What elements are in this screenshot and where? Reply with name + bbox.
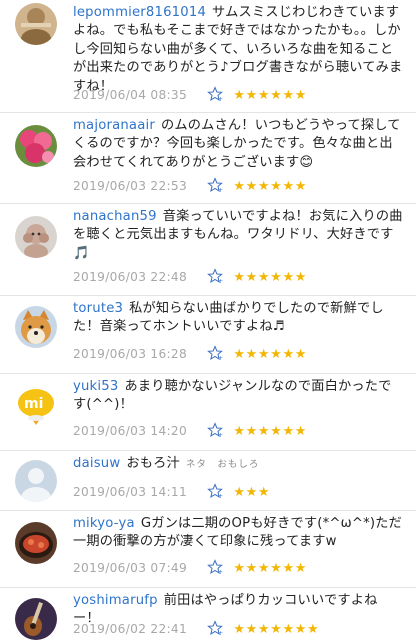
star-add-icon[interactable]: + [207,345,223,361]
comment-item: daisuw おもろ汁 ネタ おもしろ 2019/06/03 14:11 + ★★★ [0,451,416,511]
star-add-icon[interactable]: + [207,559,223,575]
star-add-icon[interactable]: + [207,86,223,102]
star-add-icon[interactable]: + [207,268,223,284]
comment-date: 2019/06/03 16:28 [73,347,188,361]
comment-item: lepommier8161014 サムスミスじわじわきていますよね。でも私もそこま… [0,0,416,113]
comment-date: 2019/06/03 07:49 [73,561,188,575]
pink-flowers-icon[interactable] [15,125,57,167]
comment-meta: 2019/06/03 22:48 + ★★★★★★ [73,267,307,287]
comment-tags[interactable]: ネタ おもしろ [186,459,260,470]
comment-meta: 2019/06/03 14:11 + ★★★ [73,482,270,502]
comment-date: 2019/06/02 22:41 [73,622,188,636]
star-rating: ★★★★★★ [233,347,307,362]
comment-username[interactable]: yuki53 [73,379,118,394]
comment-item: majoranaair のムのムさん！いつもどうやって探してくるのですか？今回も楽… [0,113,416,204]
guitar-icon[interactable] [15,598,57,640]
comment-username[interactable]: mikyo-ya [73,516,135,531]
comment-meta: 2019/06/03 07:49 + ★★★★★★ [73,558,307,578]
star-rating: ★★★★★★ [233,88,307,103]
star-add-icon[interactable]: + [207,620,223,636]
comment-date: 2019/06/03 22:53 [73,179,188,193]
comment-meta: 2019/06/03 22:53 + ★★★★★★ [73,176,307,196]
star-rating: ★★★★★★ [233,424,307,439]
comment-meta: 2019/06/03 16:28 + ★★★★★★ [73,344,307,364]
yellow-chick-icon[interactable]: mi [15,385,57,427]
comment-date: 2019/06/03 14:20 [73,424,188,438]
comment-item: yoshimarufp 前田はやっぱりカッコいいですよねー！ 2019/06/02… [0,588,416,640]
svg-text:+: + [218,278,223,284]
comment-username[interactable]: torute3 [73,301,123,316]
star-add-icon[interactable]: + [207,483,223,499]
food-dish-icon[interactable] [15,522,57,564]
star-rating: ★★★★★★ [233,179,307,194]
svg-text:+: + [218,630,223,636]
comment-username[interactable]: majoranaair [73,118,155,133]
comment-username[interactable]: nanachan59 [73,209,157,224]
svg-text:mi: mi [24,396,43,412]
comment-meta: 2019/06/02 22:41 + ★★★★★★★ [73,619,319,639]
star-rating: ★★★★★★ [233,561,307,576]
comment-item: mikyo-ya Gガンは二期のOPも好きです(*^ω^*)ただ一期の衝撃の方が凄… [0,511,416,588]
star-add-icon[interactable]: + [207,422,223,438]
star-add-icon[interactable]: + [207,177,223,193]
comment-item: mi yuki53 あまり聴かないジャンルなので面白かったです(^^)！ 2019… [0,374,416,451]
star-rating: ★★★★★★★ [233,622,320,637]
star-rating: ★★★ [233,485,271,500]
sepia-doll-icon[interactable] [15,3,57,45]
comment-text: おもろ汁 [126,456,180,471]
poodle-dog-icon[interactable] [15,216,57,258]
svg-text:+: + [218,432,223,438]
comment-username[interactable]: yoshimarufp [73,593,158,608]
svg-text:+: + [218,187,223,193]
svg-text:+: + [218,96,223,102]
comment-item: torute3 私が知らない曲ばかりでしたので新鮮でした！音楽ってホントいいですよ… [0,296,416,374]
comment-username[interactable]: daisuw [73,456,120,471]
svg-text:+: + [218,355,223,361]
comment-list: lepommier8161014 サムスミスじわじわきていますよね。でも私もそこま… [0,0,416,640]
comment-meta: 2019/06/04 08:35 + ★★★★★★ [73,85,307,105]
svg-text:+: + [218,569,223,575]
default-user-icon[interactable] [15,460,57,502]
comment-item: nanachan59 音楽っていいですよね！お気に入りの曲を聴くと元気出ますもんね… [0,204,416,296]
svg-text:+: + [218,493,223,499]
comment-date: 2019/06/03 22:48 [73,270,188,284]
comment-date: 2019/06/04 08:35 [73,88,188,102]
comment-meta: 2019/06/03 14:20 + ★★★★★★ [73,421,307,441]
comment-text: あまり聴かないジャンルなので面白かったです(^^)！ [73,379,392,413]
star-rating: ★★★★★★ [233,270,307,285]
comment-username[interactable]: lepommier8161014 [73,5,206,20]
shiba-dog-icon[interactable] [15,306,57,348]
comment-date: 2019/06/03 14:11 [73,485,188,499]
